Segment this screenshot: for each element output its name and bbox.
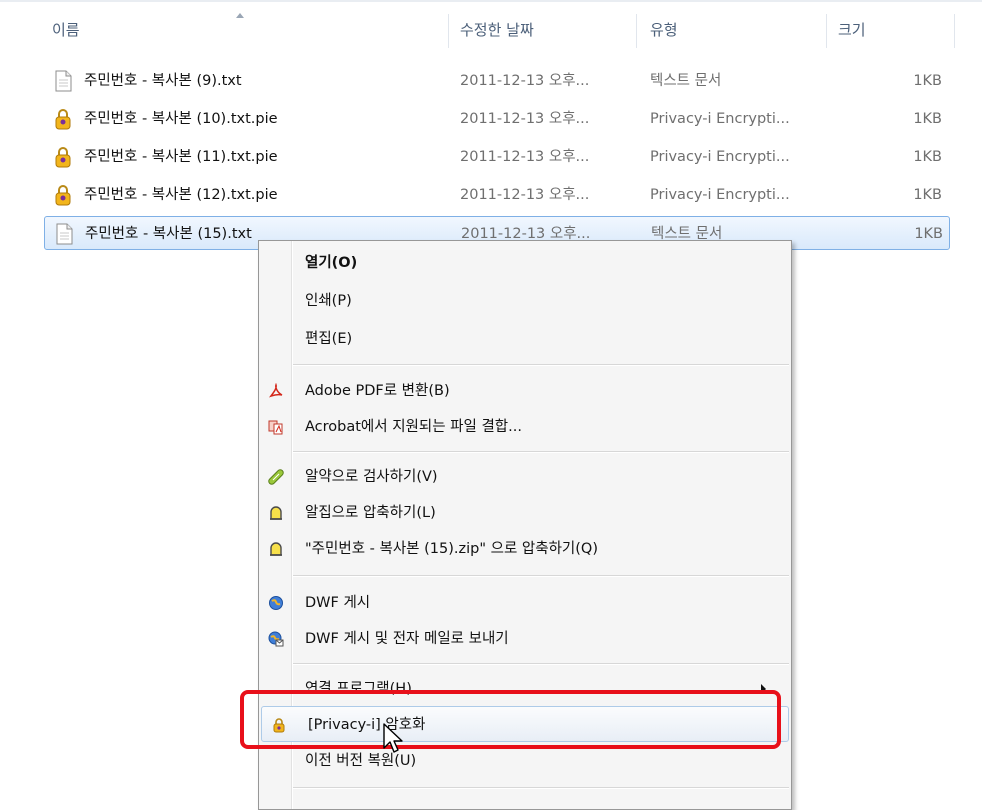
file-size: 1KB bbox=[913, 111, 942, 127]
file-name: 주민번호 - 복사본 (15).txt bbox=[85, 226, 252, 242]
menu-item-label: "주민번호 - 복사본 (15).zip" 으로 압축하기(Q) bbox=[305, 541, 598, 557]
menu-item-adobe-pdf[interactable]: Adobe PDF로 변환(B) bbox=[259, 373, 791, 409]
alyac-pill-icon bbox=[268, 469, 284, 485]
menu-item-print[interactable]: 인쇄(P) bbox=[259, 283, 791, 319]
file-type: 텍스트 문서 bbox=[650, 73, 722, 89]
adobe-pdf-icon bbox=[268, 383, 283, 398]
file-explorer: 이름 수정한 날짜 유형 크기 주민번호 - 복사본 (9).txt 2011-… bbox=[0, 0, 982, 810]
red-highlight-annotation bbox=[240, 690, 781, 749]
file-type: Privacy-i Encrypti... bbox=[650, 187, 790, 203]
menu-item-dwf-publish-email[interactable]: DWF 게시 및 전자 메일로 보내기 bbox=[259, 621, 791, 657]
menu-item-alyac-scan[interactable]: 알약으로 검사하기(V) bbox=[259, 459, 791, 495]
menu-item-open[interactable]: 열기(O) bbox=[259, 245, 791, 281]
menu-item-alzip-compress-named[interactable]: "주민번호 - 복사본 (15).zip" 으로 압축하기(Q) bbox=[259, 531, 791, 567]
menu-item-label: Adobe PDF로 변환(B) bbox=[305, 383, 450, 399]
menu-item-label: 알약으로 검사하기(V) bbox=[305, 469, 438, 485]
file-size: 1KB bbox=[913, 149, 942, 165]
menu-item-edit[interactable]: 편집(E) bbox=[259, 321, 791, 357]
menu-separator bbox=[293, 575, 789, 577]
menu-separator bbox=[293, 663, 789, 665]
file-type: Privacy-i Encrypti... bbox=[650, 149, 790, 165]
menu-item-label: 인쇄(P) bbox=[305, 293, 352, 309]
file-name: 주민번호 - 복사본 (12).txt.pie bbox=[84, 187, 278, 203]
acrobat-combine-icon bbox=[268, 420, 283, 435]
column-divider[interactable] bbox=[636, 14, 637, 48]
menu-item-label: DWF 게시 bbox=[305, 595, 371, 611]
text-file-icon bbox=[55, 70, 72, 92]
menu-item-label: Acrobat에서 지원되는 파일 결합... bbox=[305, 419, 522, 435]
file-date: 2011-12-13 오후... bbox=[460, 187, 590, 203]
text-file-icon bbox=[56, 223, 73, 245]
menu-item-label: 열기(O) bbox=[305, 255, 358, 271]
mouse-cursor-icon bbox=[383, 723, 403, 753]
alzip-icon bbox=[270, 542, 282, 556]
file-row[interactable]: 주민번호 - 복사본 (9).txt 2011-12-13 오후... 텍스트 … bbox=[44, 64, 950, 98]
file-size: 1KB bbox=[913, 73, 942, 89]
window-edge bbox=[0, 0, 982, 2]
menu-item-label: 편집(E) bbox=[305, 331, 353, 347]
file-name: 주민번호 - 복사본 (11).txt.pie bbox=[84, 149, 278, 165]
column-name-header[interactable]: 이름 bbox=[44, 10, 444, 52]
lock-file-icon bbox=[55, 185, 71, 206]
file-date: 2011-12-13 오후... bbox=[460, 73, 590, 89]
file-size: 1KB bbox=[913, 187, 942, 203]
file-row[interactable]: 주민번호 - 복사본 (10).txt.pie 2011-12-13 오후...… bbox=[44, 102, 950, 136]
column-date-header[interactable]: 수정한 날짜 bbox=[452, 10, 630, 52]
menu-separator bbox=[293, 364, 789, 366]
menu-separator bbox=[293, 787, 789, 789]
dwf-globe-icon bbox=[269, 596, 283, 610]
file-date: 2011-12-13 오후... bbox=[460, 149, 590, 165]
column-type-header[interactable]: 유형 bbox=[642, 10, 822, 52]
column-divider[interactable] bbox=[954, 14, 955, 48]
menu-item-label: DWF 게시 및 전자 메일로 보내기 bbox=[305, 631, 509, 647]
menu-item-acrobat-combine[interactable]: Acrobat에서 지원되는 파일 결합... bbox=[259, 409, 791, 445]
file-size: 1KB bbox=[914, 226, 943, 242]
lock-file-icon bbox=[55, 109, 71, 130]
lock-file-icon bbox=[55, 147, 71, 168]
file-name: 주민번호 - 복사본 (9).txt bbox=[84, 73, 242, 89]
menu-item-alzip-compress[interactable]: 알집으로 압축하기(L) bbox=[259, 495, 791, 531]
file-type: Privacy-i Encrypti... bbox=[650, 111, 790, 127]
menu-item-dwf-publish[interactable]: DWF 게시 bbox=[259, 585, 791, 621]
column-size-header[interactable]: 크기 bbox=[830, 10, 950, 52]
file-name: 주민번호 - 복사본 (10).txt.pie bbox=[84, 111, 278, 127]
file-row[interactable]: 주민번호 - 복사본 (11).txt.pie 2011-12-13 오후...… bbox=[44, 140, 950, 174]
dwf-email-icon bbox=[268, 631, 284, 647]
column-header: 이름 수정한 날짜 유형 크기 bbox=[0, 10, 982, 52]
alzip-icon bbox=[270, 506, 282, 520]
file-date: 2011-12-13 오후... bbox=[460, 111, 590, 127]
column-divider[interactable] bbox=[448, 14, 449, 48]
menu-separator bbox=[293, 451, 789, 453]
menu-item-label: 알집으로 압축하기(L) bbox=[305, 505, 436, 521]
file-row[interactable]: 주민번호 - 복사본 (12).txt.pie 2011-12-13 오후...… bbox=[44, 178, 950, 212]
column-divider[interactable] bbox=[826, 14, 827, 48]
